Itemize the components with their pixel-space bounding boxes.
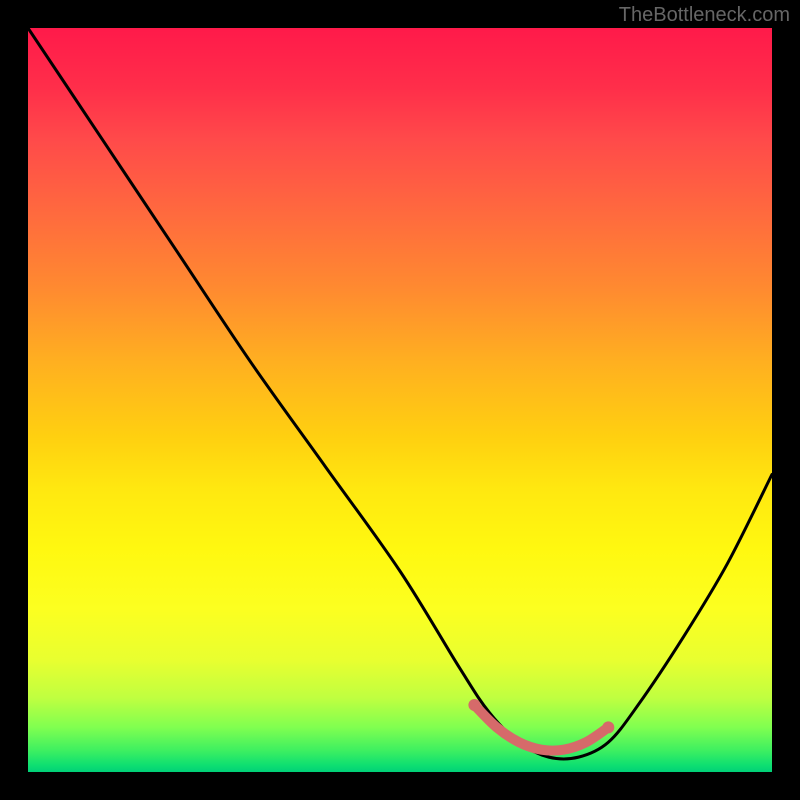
plot-area	[28, 28, 772, 772]
bottleneck-curve-path	[28, 28, 772, 759]
watermark-text: TheBottleneck.com	[619, 4, 790, 27]
highlight-start-dot	[468, 699, 480, 711]
curve-svg	[28, 28, 772, 772]
highlight-segment-path	[474, 705, 608, 751]
highlight-end-dot	[602, 721, 614, 733]
